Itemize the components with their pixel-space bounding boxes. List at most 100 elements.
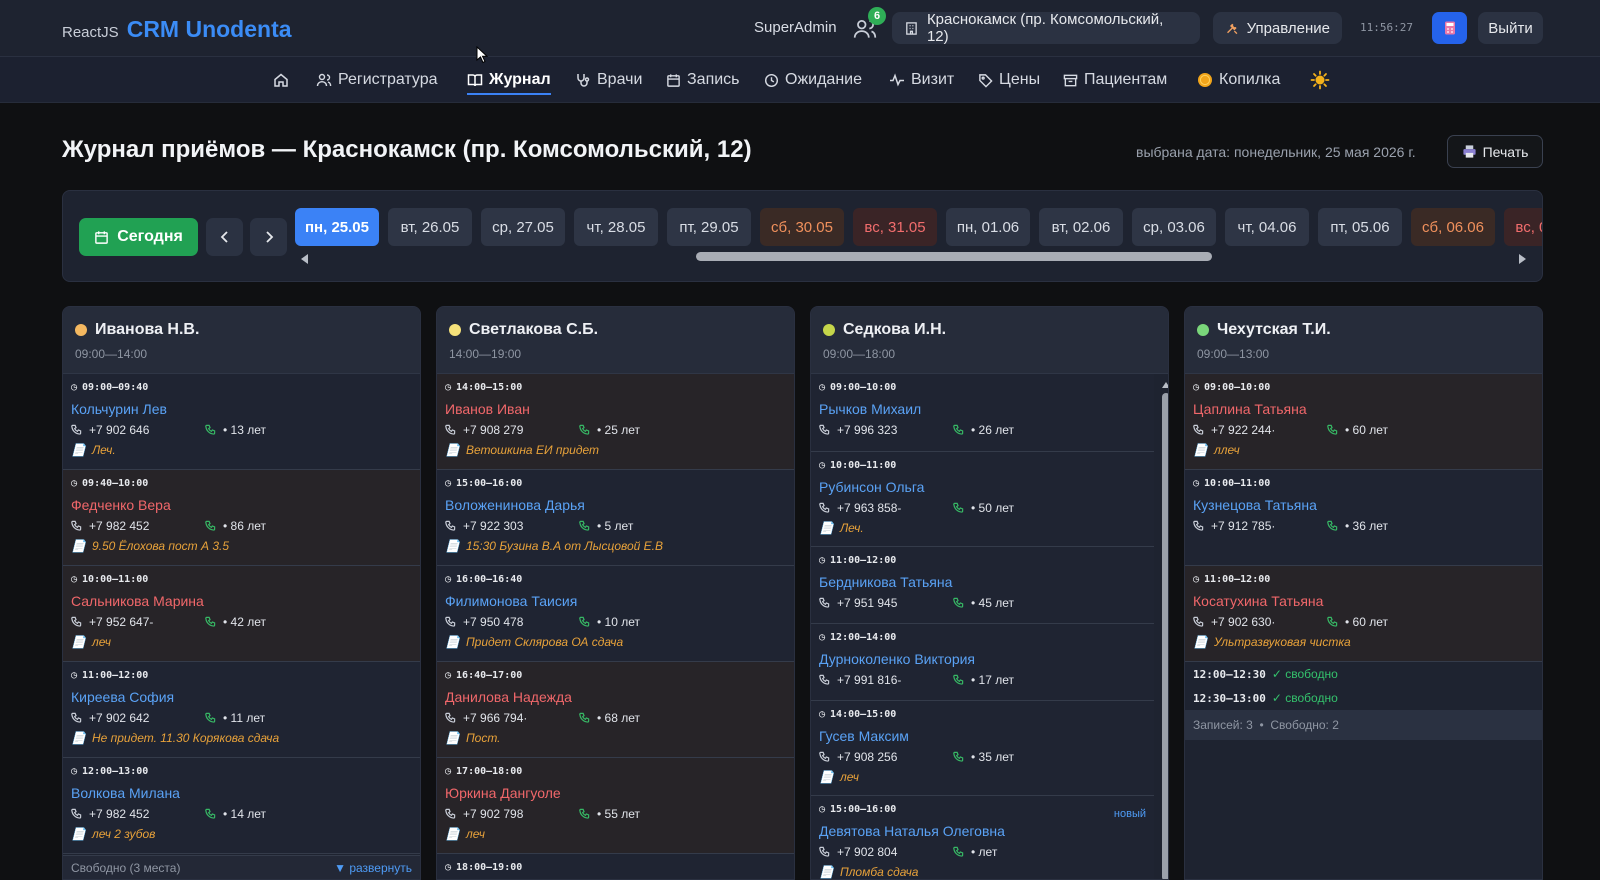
nav-waiting[interactable]: Ожидание xyxy=(764,57,862,103)
day-button[interactable]: чт, 04.06 xyxy=(1225,208,1309,246)
day-button[interactable]: ср, 27.05 xyxy=(481,208,565,246)
whatsapp-icon[interactable] xyxy=(953,502,964,516)
appointment-card[interactable]: ◷ 16:00—16:40 Филимонова Таисия +7 950 47… xyxy=(437,566,794,662)
day-button[interactable]: сб, 06.06 xyxy=(1411,208,1495,246)
patient-name[interactable]: Кузнецова Татьяна xyxy=(1193,497,1534,513)
patient-phone[interactable]: +7 912 785· xyxy=(1211,519,1275,533)
doctor-name[interactable]: Седкова И.Н. xyxy=(843,321,946,339)
patient-phone[interactable]: +7 902 798 xyxy=(463,807,523,821)
day-button[interactable]: пн, 25.05 xyxy=(295,208,379,246)
calculator-button[interactable] xyxy=(1432,12,1467,44)
free-slot[interactable]: 12:30—13:00 ✓ свободно xyxy=(1185,686,1542,710)
appointment-card[interactable]: ◷ 17:00—18:00 Юркина Дангуоле +7 902 798 •… xyxy=(437,758,794,854)
day-button[interactable]: пт, 05.06 xyxy=(1318,208,1402,246)
whatsapp-icon[interactable] xyxy=(579,616,590,630)
doctor-name[interactable]: Светлакова С.Б. xyxy=(469,321,598,339)
nav-registry[interactable]: Регистратура xyxy=(316,57,438,103)
logout-button[interactable]: Выйти xyxy=(1478,12,1543,44)
appointment-card[interactable]: ◷ 10:00—11:00 Рубинсон Ольга +7 963 858- •… xyxy=(811,452,1154,547)
current-user[interactable]: SuperAdmin xyxy=(754,19,837,36)
appointment-card[interactable]: ◷ 11:00—12:00 Косатухина Татьяна +7 902 6… xyxy=(1185,566,1542,662)
whatsapp-icon[interactable] xyxy=(205,520,216,534)
patient-name[interactable]: Федченко Вера xyxy=(71,497,412,513)
expand-link[interactable]: ▼ развернуть xyxy=(334,861,412,875)
appointment-card[interactable]: ◷ 10:00—11:00 Кузнецова Татьяна +7 912 78… xyxy=(1185,470,1542,566)
doctor-name[interactable]: Чехутская Т.И. xyxy=(1217,321,1331,339)
patient-phone[interactable]: +7 982 452 xyxy=(89,807,149,821)
patient-name[interactable]: Филимонова Таисия xyxy=(445,593,786,609)
nav-home[interactable] xyxy=(273,57,289,103)
whatsapp-icon[interactable] xyxy=(579,520,590,534)
appointment-card[interactable]: ◷ 14:00—15:00 Гусев Максим +7 908 256 • 35… xyxy=(811,701,1154,796)
patient-phone[interactable]: +7 963 858- xyxy=(837,501,901,515)
patient-name[interactable]: Волкова Милана xyxy=(71,785,412,801)
theme-toggle[interactable] xyxy=(1310,57,1330,103)
patient-name[interactable]: Девятова Наталья Олеговна xyxy=(819,823,1146,839)
doctor-name[interactable]: Иванова Н.В. xyxy=(95,321,199,339)
nav-doctors[interactable]: Врачи xyxy=(575,57,642,103)
patient-phone[interactable]: +7 908 256 xyxy=(837,750,897,764)
patient-phone[interactable]: +7 996 323 xyxy=(837,423,897,437)
patient-name[interactable]: Воложенинова Дарья xyxy=(445,497,786,513)
patient-phone[interactable]: +7 922 303 xyxy=(463,519,523,533)
patient-phone[interactable]: +7 982 452 xyxy=(89,519,149,533)
day-button[interactable]: сб, 30.05 xyxy=(760,208,844,246)
nav-piggybank[interactable]: Копилка xyxy=(1197,57,1280,103)
nav-prices[interactable]: Цены xyxy=(978,57,1040,103)
appointment-card[interactable]: ◷ 15:00—16:00 новый Девятова Наталья Олег… xyxy=(811,796,1154,879)
patient-name[interactable]: Юркина Дангуоле xyxy=(445,785,786,801)
patient-name[interactable]: Иванов Иван xyxy=(445,401,786,417)
whatsapp-icon[interactable] xyxy=(205,424,216,438)
day-button[interactable]: вс, 31.05 xyxy=(853,208,937,246)
appointment-card[interactable]: ◷ 15:00—16:00 Воложенинова Дарья +7 922 3… xyxy=(437,470,794,566)
day-button[interactable]: вт, 26.05 xyxy=(388,208,472,246)
patient-phone[interactable]: +7 902 630· xyxy=(1211,615,1275,629)
patient-name[interactable]: Кольчурин Лев xyxy=(71,401,412,417)
day-button[interactable]: пт, 29.05 xyxy=(667,208,751,246)
print-button[interactable]: Печать xyxy=(1447,135,1543,168)
day-button[interactable]: пн, 01.06 xyxy=(946,208,1030,246)
whatsapp-icon[interactable] xyxy=(579,712,590,726)
appointment-card[interactable]: ◷ 10:00—11:00 Сальникова Марина +7 952 64… xyxy=(63,566,420,662)
day-button[interactable]: ср, 03.06 xyxy=(1132,208,1216,246)
brand[interactable]: ReactJS CRM Unodenta xyxy=(62,16,292,43)
whatsapp-icon[interactable] xyxy=(953,846,964,860)
scroll-left-icon[interactable] xyxy=(301,254,309,264)
whatsapp-icon[interactable] xyxy=(579,808,590,822)
patient-phone[interactable]: +7 991 816- xyxy=(837,673,901,687)
patient-phone[interactable]: +7 951 945 xyxy=(837,596,897,610)
appointment-card[interactable]: ◷ 14:00—15:00 Иванов Иван +7 908 279 • 25 … xyxy=(437,374,794,470)
scroll-right-icon[interactable] xyxy=(1518,254,1526,264)
whatsapp-icon[interactable] xyxy=(953,674,964,688)
patient-name[interactable]: Цаплина Татьяна xyxy=(1193,401,1534,417)
patient-name[interactable]: Бердникова Татьяна xyxy=(819,574,1146,590)
whatsapp-icon[interactable] xyxy=(205,712,216,726)
day-button[interactable]: чт, 28.05 xyxy=(574,208,658,246)
free-slot[interactable]: 12:00—12:30 ✓ свободно xyxy=(1185,662,1542,686)
manage-button[interactable]: Управление xyxy=(1213,12,1342,44)
appointment-card[interactable]: ◷ 11:00—12:00 Бердникова Татьяна +7 951 9… xyxy=(811,547,1154,624)
nav-patients[interactable]: Пациентам xyxy=(1063,57,1167,103)
nav-booking[interactable]: Запись xyxy=(666,57,740,103)
whatsapp-icon[interactable] xyxy=(205,616,216,630)
whatsapp-icon[interactable] xyxy=(953,751,964,765)
scroll-up-icon[interactable] xyxy=(1162,381,1169,389)
appointment-card[interactable]: ◷ 12:00—14:00 Дурноколенко Виктория +7 99… xyxy=(811,624,1154,701)
patient-phone[interactable]: +7 952 647- xyxy=(89,615,153,629)
clinic-selector[interactable]: Краснокамск (пр. Комсомольский, 12) xyxy=(892,11,1200,45)
patient-phone[interactable]: +7 966 794· xyxy=(463,711,527,725)
patient-name[interactable]: Сальникова Марина xyxy=(71,593,412,609)
whatsapp-icon[interactable] xyxy=(205,808,216,822)
patient-phone[interactable]: +7 950 478 xyxy=(463,615,523,629)
appointment-card[interactable]: ◷ 11:00—12:00 Киреева София +7 902 642 • 1… xyxy=(63,662,420,758)
horizontal-scrollbar[interactable] xyxy=(696,252,1212,261)
whatsapp-icon[interactable] xyxy=(953,597,964,611)
patient-name[interactable]: Рубинсон Ольга xyxy=(819,479,1146,495)
prev-week-button[interactable] xyxy=(206,218,243,256)
nav-visit[interactable]: Визит xyxy=(889,57,954,103)
patient-phone[interactable]: +7 902 646 xyxy=(89,423,149,437)
patient-name[interactable]: Дурноколенко Виктория xyxy=(819,651,1146,667)
whatsapp-icon[interactable] xyxy=(1327,520,1338,534)
appointment-card[interactable]: ◷ 09:00—10:00 Цаплина Татьяна +7 922 244·… xyxy=(1185,374,1542,470)
appointment-card[interactable]: ◷ 12:00—13:00 Волкова Милана +7 982 452 • … xyxy=(63,758,420,854)
